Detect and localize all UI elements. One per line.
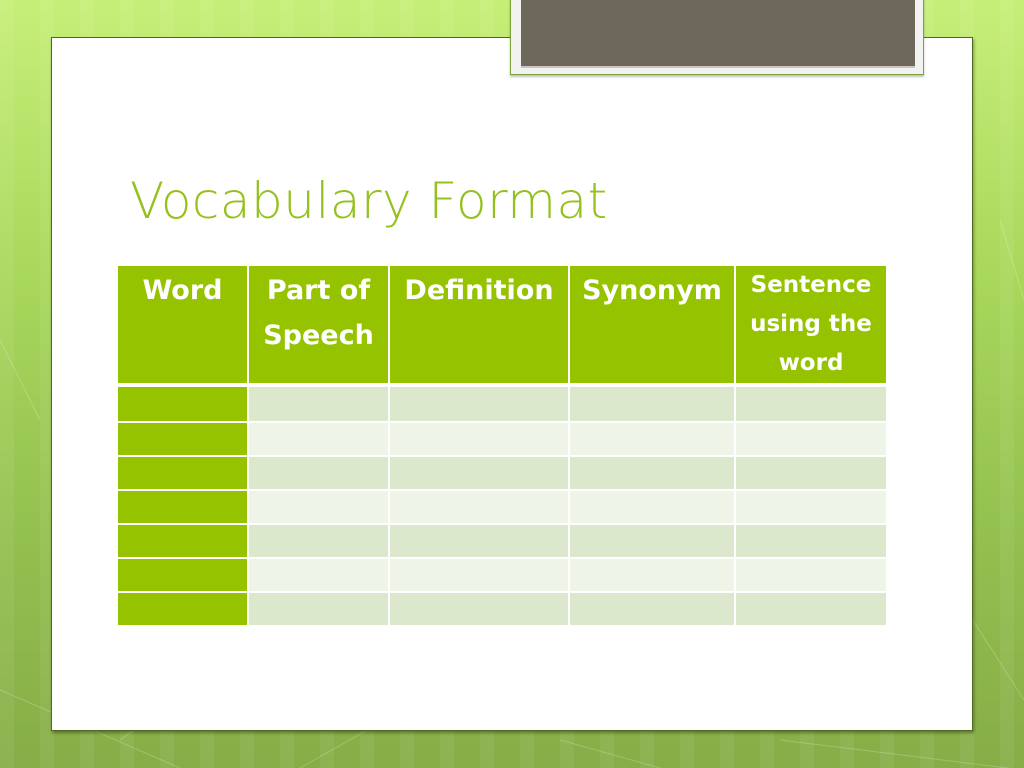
sentence-cell[interactable] (734, 383, 888, 423)
sentence-cell[interactable] (734, 557, 888, 593)
sentence-cell[interactable] (734, 455, 888, 491)
part-of-speech-cell[interactable] (247, 523, 390, 559)
table-row (116, 591, 888, 627)
sentence-cell[interactable] (734, 523, 888, 559)
header-sentence-label: Sentence using the word (750, 272, 872, 376)
part-of-speech-cell[interactable] (247, 383, 390, 423)
header-part-of-speech-label: Part of Speech (263, 275, 374, 351)
definition-cell[interactable] (388, 421, 570, 457)
table-row (116, 489, 888, 525)
definition-cell[interactable] (388, 591, 570, 627)
synonym-cell[interactable] (568, 489, 736, 525)
sentence-cell[interactable] (734, 591, 888, 627)
part-of-speech-cell[interactable] (247, 591, 390, 627)
header-definition: Definition (388, 264, 570, 386)
part-of-speech-cell[interactable] (247, 557, 390, 593)
decor-line (779, 739, 1012, 768)
slide-header-tab-fill (521, 0, 915, 68)
decor-line (0, 339, 41, 421)
definition-cell[interactable] (388, 489, 570, 525)
synonym-cell[interactable] (568, 557, 736, 593)
table-header-row: Word Part of Speech Definition Synonym S… (116, 264, 888, 386)
table-row (116, 383, 888, 423)
word-cell[interactable] (116, 523, 249, 559)
part-of-speech-cell[interactable] (247, 421, 390, 457)
synonym-cell[interactable] (568, 383, 736, 423)
header-sentence: Sentence using the word (734, 264, 888, 386)
word-cell[interactable] (116, 383, 249, 423)
part-of-speech-cell[interactable] (247, 489, 390, 525)
word-cell[interactable] (116, 591, 249, 627)
definition-cell[interactable] (388, 455, 570, 491)
definition-cell[interactable] (388, 557, 570, 593)
decor-line (999, 219, 1024, 301)
word-cell[interactable] (116, 557, 249, 593)
sentence-cell[interactable] (734, 421, 888, 457)
definition-cell[interactable] (388, 383, 570, 423)
definition-cell[interactable] (388, 523, 570, 559)
table-row (116, 557, 888, 593)
word-cell[interactable] (116, 489, 249, 525)
table-row (116, 455, 888, 491)
slide-title: Vocabulary Format (130, 172, 608, 230)
table-row (116, 421, 888, 457)
synonym-cell[interactable] (568, 591, 736, 627)
decor-line (559, 739, 661, 768)
word-cell[interactable] (116, 421, 249, 457)
word-cell[interactable] (116, 455, 249, 491)
synonym-cell[interactable] (568, 523, 736, 559)
synonym-cell[interactable] (568, 455, 736, 491)
header-part-of-speech: Part of Speech (247, 264, 390, 386)
table-row (116, 523, 888, 559)
header-synonym: Synonym (568, 264, 736, 386)
sentence-cell[interactable] (734, 489, 888, 525)
synonym-cell[interactable] (568, 421, 736, 457)
header-word: Word (116, 264, 249, 386)
part-of-speech-cell[interactable] (247, 455, 390, 491)
vocabulary-table: Word Part of Speech Definition Synonym S… (116, 264, 888, 627)
